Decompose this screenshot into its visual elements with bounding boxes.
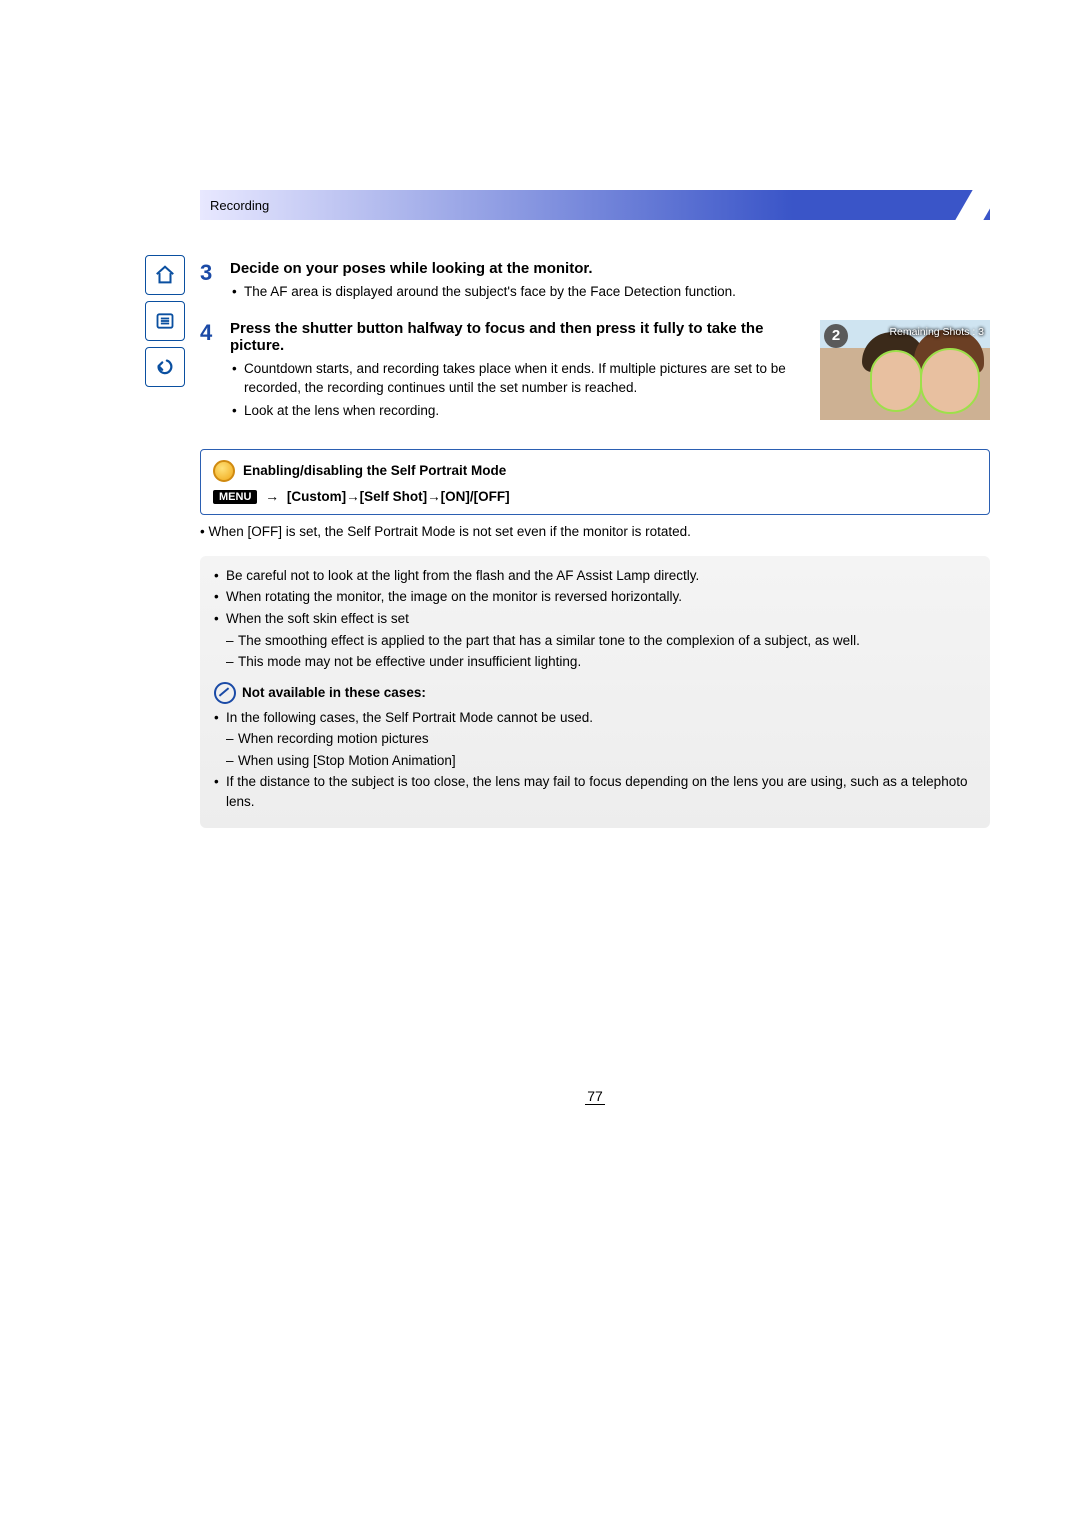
example-screenshot: 2 Remaining Shots : 3 (820, 320, 990, 420)
step-title: Press the shutter button halfway to focu… (230, 320, 806, 354)
tip-note: • When [OFF] is set, the Self Portrait M… (200, 523, 990, 542)
step-number: 4 (200, 320, 230, 429)
back-arrow-icon (154, 356, 176, 378)
home-icon (154, 264, 176, 286)
section-header: Recording (200, 190, 990, 220)
lightbulb-icon (213, 460, 235, 482)
note-subitem: This mode may not be effective under ins… (226, 652, 976, 672)
na-subitem: When recording motion pictures (226, 729, 976, 749)
page-content: 3 Decide on your poses while looking at … (200, 260, 990, 1104)
step4-bullet: Look at the lens when recording. (244, 402, 806, 421)
countdown-badge: 2 (824, 324, 848, 348)
note-subitem: The smoothing effect is applied to the p… (226, 631, 976, 651)
note-item: When the soft skin effect is set (214, 609, 976, 629)
step-number: 3 (200, 260, 230, 310)
home-button[interactable] (145, 255, 185, 295)
notes-box: Be careful not to look at the light from… (200, 556, 990, 828)
arrow-icon: → (265, 488, 279, 504)
menu-path-text: [Custom]→[Self Shot]→[ON]/[OFF] (287, 489, 510, 504)
step-title: Decide on your poses while looking at th… (230, 260, 990, 277)
step-4: 4 Press the shutter button halfway to fo… (200, 320, 990, 429)
note-item: When rotating the monitor, the image on … (214, 587, 976, 607)
not-available-heading: Not available in these cases: (214, 682, 976, 704)
remaining-shots-label: Remaining Shots : 3 (889, 326, 984, 338)
page-number: 77 (200, 1088, 990, 1104)
manual-page: Recording 3 Decide on your poses while l… (0, 0, 1080, 1194)
toc-button[interactable] (145, 301, 185, 341)
na-item: In the following cases, the Self Portrai… (214, 708, 976, 728)
back-button[interactable] (145, 347, 185, 387)
step4-bullet: Countdown starts, and recording takes pl… (244, 360, 806, 398)
tip-title: Enabling/disabling the Self Portrait Mod… (243, 463, 506, 478)
list-icon (155, 311, 175, 331)
prohibited-icon (214, 682, 236, 704)
note-item: Be careful not to look at the light from… (214, 566, 976, 586)
na-subitem: When using [Stop Motion Animation] (226, 751, 976, 771)
step3-bullet: The AF area is displayed around the subj… (244, 283, 990, 302)
tip-box: Enabling/disabling the Self Portrait Mod… (200, 449, 990, 515)
sidebar-nav (145, 255, 185, 393)
step-3: 3 Decide on your poses while looking at … (200, 260, 990, 310)
menu-chip: MENU (213, 490, 257, 504)
na-item: If the distance to the subject is too cl… (214, 772, 976, 811)
section-title: Recording (210, 198, 269, 213)
menu-path: MENU → [Custom]→[Self Shot]→[ON]/[OFF] (213, 488, 977, 504)
